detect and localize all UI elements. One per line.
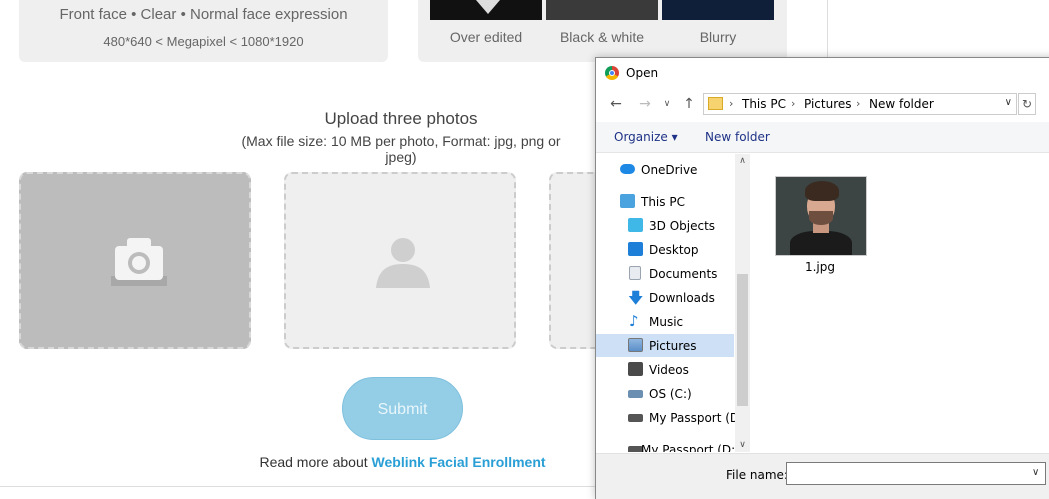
photo-requirements-card: Front face • Clear • Normal face express…: [19, 0, 388, 62]
camera-icon: [111, 238, 167, 286]
dialog-footer: File name: ∨: [596, 453, 1049, 499]
chrome-icon: [605, 66, 619, 80]
drive-icon: [628, 414, 643, 422]
nav-item-downloads[interactable]: 🡇 Downloads: [596, 286, 734, 309]
nav-item-desktop[interactable]: Desktop: [596, 238, 734, 261]
nav-item-music[interactable]: ♪ Music: [596, 310, 734, 333]
chevron-down-icon[interactable]: ∨: [1032, 467, 1039, 478]
dialog-toolbar: Organize ▾ New folder: [596, 122, 1049, 153]
chevron-down-icon[interactable]: ∨: [1005, 97, 1012, 108]
chevron-right-icon: ›: [856, 97, 861, 110]
breadcrumb-this-pc[interactable]: This PC: [742, 97, 786, 111]
open-file-dialog: Open ← → ∨ ↑ › This PC › Pictures › New …: [595, 57, 1049, 499]
weblink-facial-enrollment-link[interactable]: Weblink Facial Enrollment: [372, 454, 546, 470]
address-bar[interactable]: › This PC › Pictures › New folder ∨: [703, 93, 1017, 115]
example-label-black-white: Black & white: [559, 29, 645, 45]
black-white-example-image: [546, 0, 658, 20]
read-more-prefix: Read more about: [259, 454, 372, 470]
scroll-down-icon[interactable]: ∨: [735, 438, 750, 452]
nav-item-3d-objects[interactable]: 3D Objects: [596, 214, 734, 237]
file-name-field-label: File name:: [726, 468, 788, 482]
blurry-example-image: [662, 0, 774, 20]
folder-icon: [708, 97, 723, 110]
nav-item-my-passport-2[interactable]: My Passport (D:): [596, 438, 740, 452]
submit-button[interactable]: Submit: [342, 377, 463, 440]
example-label-over-edited: Over edited: [449, 29, 523, 45]
person-placeholder-icon: [376, 238, 430, 288]
footer-divider: [0, 486, 600, 487]
navigation-scrollbar[interactable]: ∧ ∨: [735, 154, 750, 452]
nav-item-videos[interactable]: Videos: [596, 358, 734, 381]
resolution-text: 480*640 < Megapixel < 1080*1920: [103, 34, 304, 49]
refresh-icon[interactable]: ↻: [1018, 93, 1036, 115]
video-icon: [628, 362, 643, 376]
organize-button[interactable]: Organize ▾: [614, 130, 678, 144]
dialog-title: Open: [626, 66, 659, 80]
pictures-icon: [628, 338, 643, 352]
nav-item-my-passport[interactable]: My Passport (D:): [596, 406, 748, 429]
music-icon: ♪: [629, 312, 639, 330]
photo-slot-2[interactable]: [284, 172, 516, 349]
nav-item-documents[interactable]: Documents: [596, 262, 734, 285]
cube-icon: [628, 218, 643, 232]
scroll-up-icon[interactable]: ∧: [735, 154, 750, 168]
breadcrumb-pictures[interactable]: Pictures: [804, 97, 852, 111]
computer-icon: [620, 194, 635, 208]
chevron-right-icon: ›: [791, 97, 796, 110]
forward-arrow-icon[interactable]: →: [636, 95, 654, 113]
chevron-right-icon: ›: [729, 97, 734, 110]
desktop-icon: [628, 242, 643, 256]
nav-item-onedrive[interactable]: OneDrive: [596, 158, 734, 181]
divider: [827, 0, 828, 60]
recent-locations-chevron-icon[interactable]: ∨: [658, 95, 676, 113]
breadcrumb-new-folder[interactable]: New folder: [869, 97, 934, 111]
dialog-titlebar[interactable]: Open: [596, 58, 1049, 88]
example-label-blurry: Blurry: [699, 29, 737, 45]
nav-item-pictures[interactable]: Pictures: [596, 334, 734, 357]
up-arrow-icon[interactable]: ↑: [680, 95, 698, 113]
onedrive-icon: [620, 164, 635, 174]
requirements-text: Front face • Clear • Normal face express…: [59, 6, 348, 23]
document-icon: [629, 266, 641, 280]
upload-title: Upload three photos: [324, 109, 478, 128]
address-row: ← → ∨ ↑ › This PC › Pictures › New folde…: [596, 90, 1049, 120]
upload-subtitle: (Max file size: 10 MB per photo, Format:…: [241, 133, 561, 165]
scroll-thumb[interactable]: [737, 274, 748, 406]
back-arrow-icon[interactable]: ←: [607, 95, 625, 113]
photo-slot-1[interactable]: [19, 172, 251, 349]
file-list: 1.jpg: [751, 154, 1049, 452]
download-icon: 🡇: [628, 289, 644, 307]
navigation-pane: OneDrive This PC 3D Objects Desktop Docu…: [596, 154, 750, 452]
file-name-input[interactable]: [786, 462, 1046, 485]
over-edited-example-image: [430, 0, 542, 20]
file-thumbnail[interactable]: [775, 176, 867, 256]
read-more-text: Read more about Weblink Facial Enrollmen…: [200, 454, 605, 470]
new-folder-button[interactable]: New folder: [705, 130, 770, 144]
nav-item-os-c[interactable]: OS (C:): [596, 382, 734, 405]
drive-icon: [628, 390, 643, 398]
file-name-label[interactable]: 1.jpg: [775, 260, 865, 274]
nav-item-this-pc[interactable]: This PC: [596, 190, 734, 213]
bad-examples-card: Over edited Black & white Blurry: [418, 0, 787, 62]
